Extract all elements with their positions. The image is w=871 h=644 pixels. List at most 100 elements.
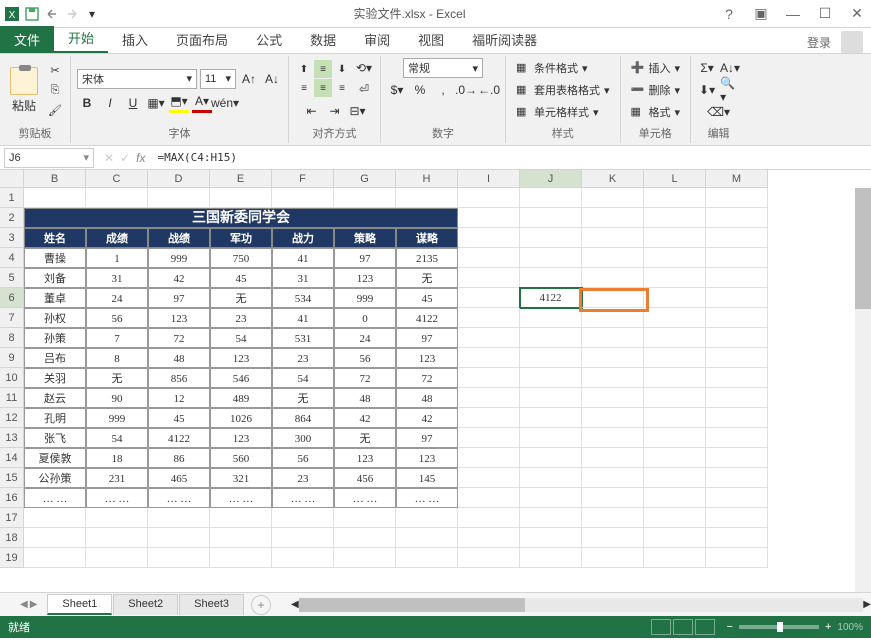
- cell-G19[interactable]: [334, 548, 396, 568]
- col-header-E[interactable]: E: [210, 170, 272, 188]
- cell-M7[interactable]: [706, 308, 768, 328]
- decrease-font-icon[interactable]: A↓: [262, 69, 282, 89]
- cell-E14[interactable]: 560: [210, 448, 272, 468]
- cell-M4[interactable]: [706, 248, 768, 268]
- cell-J2[interactable]: [520, 208, 582, 228]
- cell-J19[interactable]: [520, 548, 582, 568]
- cell-L13[interactable]: [644, 428, 706, 448]
- cell-M8[interactable]: [706, 328, 768, 348]
- vertical-scrollbar[interactable]: [855, 188, 871, 592]
- cell-C9[interactable]: 8: [86, 348, 148, 368]
- cell-C18[interactable]: [86, 528, 148, 548]
- cell-F7[interactable]: 41: [272, 308, 334, 328]
- cell-G16[interactable]: … …: [334, 488, 396, 508]
- cell-G10[interactable]: 72: [334, 368, 396, 388]
- maximize-icon[interactable]: ☐: [815, 5, 835, 22]
- cell-D12[interactable]: 45: [148, 408, 210, 428]
- cell-J6[interactable]: 4122: [520, 288, 582, 308]
- cell-H19[interactable]: [396, 548, 458, 568]
- cell-B12[interactable]: 孔明: [24, 408, 86, 428]
- hscroll-left-icon[interactable]: ◀: [291, 599, 299, 610]
- cell-C16[interactable]: … …: [86, 488, 148, 508]
- cell-L16[interactable]: [644, 488, 706, 508]
- add-sheet-button[interactable]: +: [251, 595, 271, 615]
- cell-F8[interactable]: 531: [272, 328, 334, 348]
- format-painter-icon[interactable]: 🖌: [46, 102, 64, 120]
- row-header-17[interactable]: 17: [0, 508, 24, 528]
- cancel-formula-icon[interactable]: ✕: [104, 151, 114, 165]
- cell-I17[interactable]: [458, 508, 520, 528]
- cell-K15[interactable]: [582, 468, 644, 488]
- sheet-nav-next-icon[interactable]: ▶: [30, 599, 38, 610]
- cell-C12[interactable]: 999: [86, 408, 148, 428]
- sheet-nav-prev-icon[interactable]: ◀: [20, 599, 28, 610]
- cell-H7[interactable]: 4122: [396, 308, 458, 328]
- row-header-2[interactable]: 2: [0, 208, 24, 228]
- cell-I11[interactable]: [458, 388, 520, 408]
- cell-L2[interactable]: [644, 208, 706, 228]
- cell-M16[interactable]: [706, 488, 768, 508]
- sort-filter-icon[interactable]: A↓▾: [720, 58, 740, 78]
- row-header-16[interactable]: 16: [0, 488, 24, 508]
- tab-foxit[interactable]: 福昕阅读器: [458, 26, 551, 53]
- cell-G7[interactable]: 0: [334, 308, 396, 328]
- horizontal-scrollbar[interactable]: ◀ ▶: [291, 597, 871, 613]
- align-bottom-icon[interactable]: ⬇: [333, 60, 351, 78]
- cell-K8[interactable]: [582, 328, 644, 348]
- row-header-11[interactable]: 11: [0, 388, 24, 408]
- cell-J15[interactable]: [520, 468, 582, 488]
- cell-I13[interactable]: [458, 428, 520, 448]
- cell-H12[interactable]: 42: [396, 408, 458, 428]
- cell-F12[interactable]: 864: [272, 408, 334, 428]
- close-icon[interactable]: ✕: [847, 5, 867, 22]
- cell-K12[interactable]: [582, 408, 644, 428]
- row-header-5[interactable]: 5: [0, 268, 24, 288]
- cell-J7[interactable]: [520, 308, 582, 328]
- cell-B4[interactable]: 曹操: [24, 248, 86, 268]
- cell-D13[interactable]: 4122: [148, 428, 210, 448]
- cell-L7[interactable]: [644, 308, 706, 328]
- page-layout-view-icon[interactable]: [673, 619, 693, 635]
- cell-G1[interactable]: [334, 188, 396, 208]
- cell-G5[interactable]: 123: [334, 268, 396, 288]
- cell-B15[interactable]: 公孙策: [24, 468, 86, 488]
- cell-I4[interactable]: [458, 248, 520, 268]
- cell-F3[interactable]: 战力: [272, 228, 334, 248]
- cell-B18[interactable]: [24, 528, 86, 548]
- align-middle-icon[interactable]: ≡: [314, 60, 332, 78]
- cell-C19[interactable]: [86, 548, 148, 568]
- cell-C17[interactable]: [86, 508, 148, 528]
- row-header-7[interactable]: 7: [0, 308, 24, 328]
- bold-button[interactable]: B: [77, 93, 97, 113]
- page-break-view-icon[interactable]: [695, 619, 715, 635]
- cell-L14[interactable]: [644, 448, 706, 468]
- undo-icon[interactable]: [44, 6, 60, 22]
- cell-D16[interactable]: … …: [148, 488, 210, 508]
- cell-I1[interactable]: [458, 188, 520, 208]
- cell-G11[interactable]: 48: [334, 388, 396, 408]
- cell-F14[interactable]: 56: [272, 448, 334, 468]
- cell-E16[interactable]: … …: [210, 488, 272, 508]
- cell-B11[interactable]: 赵云: [24, 388, 86, 408]
- cell-L3[interactable]: [644, 228, 706, 248]
- row-header-13[interactable]: 13: [0, 428, 24, 448]
- cell-E1[interactable]: [210, 188, 272, 208]
- cell-C5[interactable]: 31: [86, 268, 148, 288]
- row-header-4[interactable]: 4: [0, 248, 24, 268]
- font-size-dropdown[interactable]: 11▾: [200, 69, 236, 89]
- align-center-icon[interactable]: ≡: [314, 79, 332, 97]
- col-header-F[interactable]: F: [272, 170, 334, 188]
- cell-F6[interactable]: 534: [272, 288, 334, 308]
- cell-J8[interactable]: [520, 328, 582, 348]
- cell-D9[interactable]: 48: [148, 348, 210, 368]
- cell-B7[interactable]: 孙权: [24, 308, 86, 328]
- align-right-icon[interactable]: ≡: [333, 79, 351, 97]
- cell-C11[interactable]: 90: [86, 388, 148, 408]
- cell-E15[interactable]: 321: [210, 468, 272, 488]
- cell-D8[interactable]: 72: [148, 328, 210, 348]
- cell-D3[interactable]: 战绩: [148, 228, 210, 248]
- cell-G6[interactable]: 999: [334, 288, 396, 308]
- col-header-H[interactable]: H: [396, 170, 458, 188]
- cell-L5[interactable]: [644, 268, 706, 288]
- cell-K19[interactable]: [582, 548, 644, 568]
